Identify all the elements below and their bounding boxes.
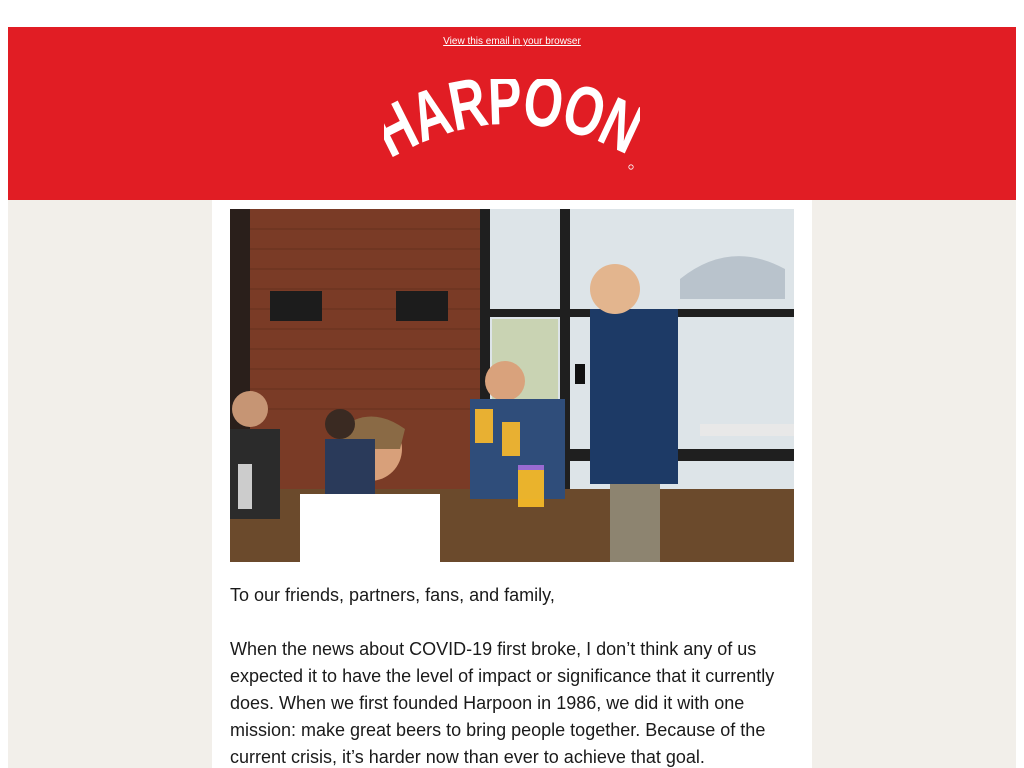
email-header: View this email in your browser HARPOON … (8, 27, 1016, 200)
photo-toast-icon (230, 209, 794, 562)
body-paragraph: When the news about COVID-19 first broke… (230, 639, 775, 767)
view-in-browser-link[interactable]: View this email in your browser (8, 36, 1016, 47)
hero-photo (230, 209, 794, 562)
greeting-text: To our friends, partners, fans, and fami… (230, 585, 555, 605)
email-frame: View this email in your browser HARPOON … (8, 27, 1016, 768)
svg-text:HARPOON: HARPOON (384, 79, 640, 172)
email-content: To our friends, partners, fans, and fami… (212, 200, 812, 768)
harpoon-logo[interactable]: HARPOON HARPOON (384, 79, 640, 175)
